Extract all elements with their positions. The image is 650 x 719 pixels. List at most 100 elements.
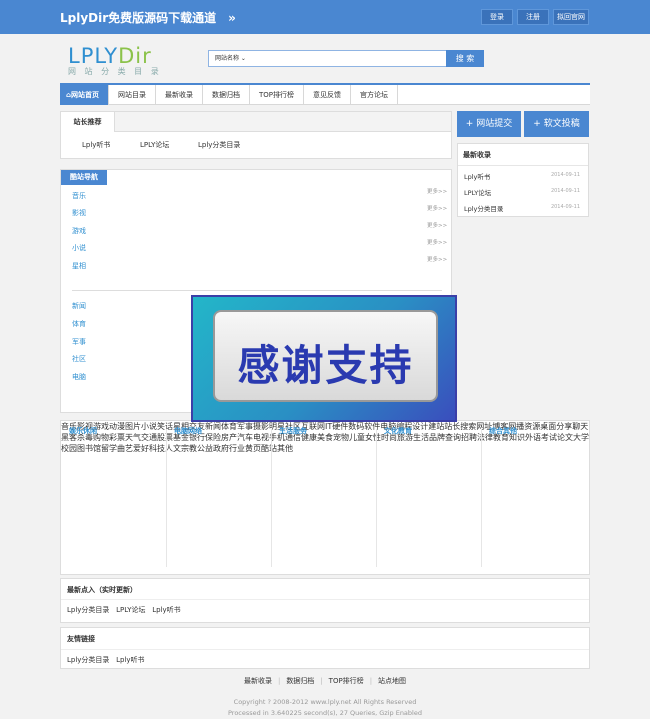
category-heading[interactable]: 娱乐休闲	[69, 426, 97, 436]
category-link[interactable]: 校园	[61, 444, 77, 453]
login-button[interactable]: 登录	[481, 9, 513, 25]
more-link[interactable]: 更多>>	[427, 255, 447, 263]
thanks-overlay[interactable]: 感谢支持	[191, 295, 457, 422]
category-link[interactable]: 体育	[221, 422, 237, 431]
category-link[interactable]: 曲艺	[117, 444, 133, 453]
friend-link[interactable]: Lply分类目录	[67, 656, 109, 664]
category-link[interactable]: 软件	[364, 422, 380, 431]
category-link[interactable]: 分享	[556, 422, 572, 431]
category-link[interactable]: 图片	[125, 422, 141, 431]
category-link[interactable]: 女性	[365, 433, 381, 442]
category-link[interactable]: 笑话	[157, 422, 173, 431]
category-link[interactable]: 考试	[541, 433, 557, 442]
category-link[interactable]: 政府	[213, 444, 229, 453]
category-link[interactable]: 交通	[141, 433, 157, 442]
category-link[interactable]: 摄影	[253, 422, 269, 431]
more-link[interactable]: 更多>>	[427, 204, 447, 212]
latest-item[interactable]: Lply分类目录	[464, 203, 503, 213]
category-link[interactable]: 桌面	[540, 422, 556, 431]
nav-home[interactable]: ⌂网站首页	[60, 85, 110, 105]
category-link[interactable]: 公益	[197, 444, 213, 453]
more-link[interactable]: 更多>>	[427, 187, 447, 195]
category-link[interactable]: 宗教	[181, 444, 197, 453]
more-link[interactable]: 更多>>	[427, 221, 447, 229]
category-link[interactable]: 美食	[317, 433, 333, 442]
recent-link[interactable]: Lply听书	[152, 606, 180, 614]
submit-article-button[interactable]: + 软文投稿	[524, 111, 589, 137]
cool-category-link[interactable]: 星相	[72, 261, 86, 271]
search-input[interactable]	[253, 51, 439, 66]
category-link[interactable]: 其他	[277, 444, 293, 453]
category-link[interactable]: 建站	[428, 422, 444, 431]
cool-category-link[interactable]: 体育	[72, 319, 86, 329]
download-banner-link[interactable]: LplyDir免费版源码下载通道 »	[60, 9, 236, 26]
category-link[interactable]: 科技	[149, 444, 165, 453]
footer-link[interactable]: 最新收录	[244, 677, 272, 685]
category-link[interactable]: 外语	[525, 433, 541, 442]
category-link[interactable]: 军事	[237, 422, 253, 431]
category-link[interactable]: 硬件	[332, 422, 348, 431]
category-link[interactable]: 聊天	[572, 422, 588, 431]
submit-site-button[interactable]: + 网站提交	[457, 111, 521, 137]
search-category-select[interactable]: 网站名称 ⌄	[209, 51, 253, 66]
nav-archive[interactable]: 数据归档	[203, 85, 251, 105]
category-link[interactable]: 爱好	[133, 444, 149, 453]
cool-category-link[interactable]: 社区	[72, 354, 86, 364]
cool-category-link[interactable]: 军事	[72, 337, 86, 347]
nav-feedback[interactable]: 意见反馈	[304, 85, 352, 105]
category-link[interactable]: 保险	[205, 433, 221, 442]
category-link[interactable]: 站长	[444, 422, 460, 431]
category-link[interactable]: 品牌	[429, 433, 445, 442]
category-link[interactable]: 天气	[125, 433, 141, 442]
category-link[interactable]: 资源	[524, 422, 540, 431]
category-link[interactable]: 行业	[229, 444, 245, 453]
tab-recommend[interactable]: 站长推荐	[61, 112, 115, 132]
recommend-link[interactable]: Lply分类目录	[198, 140, 240, 150]
category-link[interactable]: 儿童	[349, 433, 365, 442]
nav-directory[interactable]: 网站目录	[109, 85, 157, 105]
register-button[interactable]: 注册	[517, 9, 549, 25]
recent-link[interactable]: LPLY论坛	[116, 606, 145, 614]
category-link[interactable]: 汽车	[237, 433, 253, 442]
friend-link[interactable]: Lply听书	[116, 656, 144, 664]
footer-link[interactable]: 数据归档	[286, 677, 314, 685]
official-site-button[interactable]: 拟回官网	[553, 9, 589, 25]
more-link[interactable]: 更多>>	[427, 238, 447, 246]
category-heading[interactable]: 文化教育	[384, 426, 412, 436]
footer-link[interactable]: 站点地图	[378, 677, 406, 685]
cool-category-link[interactable]: 电脑	[72, 372, 86, 382]
category-link[interactable]: 电视	[253, 433, 269, 442]
category-link[interactable]: 动漫	[109, 422, 125, 431]
category-heading[interactable]: 综合其他	[489, 426, 517, 436]
category-link[interactable]: 图书馆	[77, 444, 101, 453]
footer-link[interactable]: TOP排行榜	[329, 677, 364, 685]
category-link[interactable]: 生活	[413, 433, 429, 442]
category-link[interactable]: 人文	[165, 444, 181, 453]
category-link[interactable]: 彩票	[109, 433, 125, 442]
category-link[interactable]: 宠物	[333, 433, 349, 442]
cool-category-link[interactable]: 小说	[72, 243, 86, 253]
cool-category-link[interactable]: 音乐	[72, 191, 86, 201]
latest-item[interactable]: Lply听书	[464, 171, 490, 181]
nav-latest[interactable]: 最新收录	[156, 85, 204, 105]
category-link[interactable]: 房产	[221, 433, 237, 442]
recommend-link[interactable]: Lply听书	[82, 140, 110, 150]
category-link[interactable]: 设计	[412, 422, 428, 431]
cool-category-link[interactable]: 新闻	[72, 301, 86, 311]
nav-top[interactable]: TOP排行榜	[250, 85, 305, 105]
category-link[interactable]: 查询	[445, 433, 461, 442]
nav-forum[interactable]: 官方论坛	[351, 85, 399, 105]
category-link[interactable]: 搜索	[460, 422, 476, 431]
category-heading[interactable]: 电脑网络	[174, 426, 202, 436]
latest-item[interactable]: LPLY论坛	[464, 187, 491, 197]
category-link[interactable]: 黄页	[245, 444, 261, 453]
category-link[interactable]: 招聘	[461, 433, 477, 442]
category-link[interactable]: 大学	[573, 433, 589, 442]
recommend-link[interactable]: LPLY论坛	[140, 140, 169, 150]
category-heading[interactable]: 生活服务	[279, 426, 307, 436]
cool-category-link[interactable]: 影视	[72, 208, 86, 218]
category-link[interactable]: 酷站	[261, 444, 277, 453]
logo[interactable]: LPLYDir	[68, 44, 152, 68]
category-link[interactable]: 小说	[141, 422, 157, 431]
cool-category-link[interactable]: 游戏	[72, 226, 86, 236]
